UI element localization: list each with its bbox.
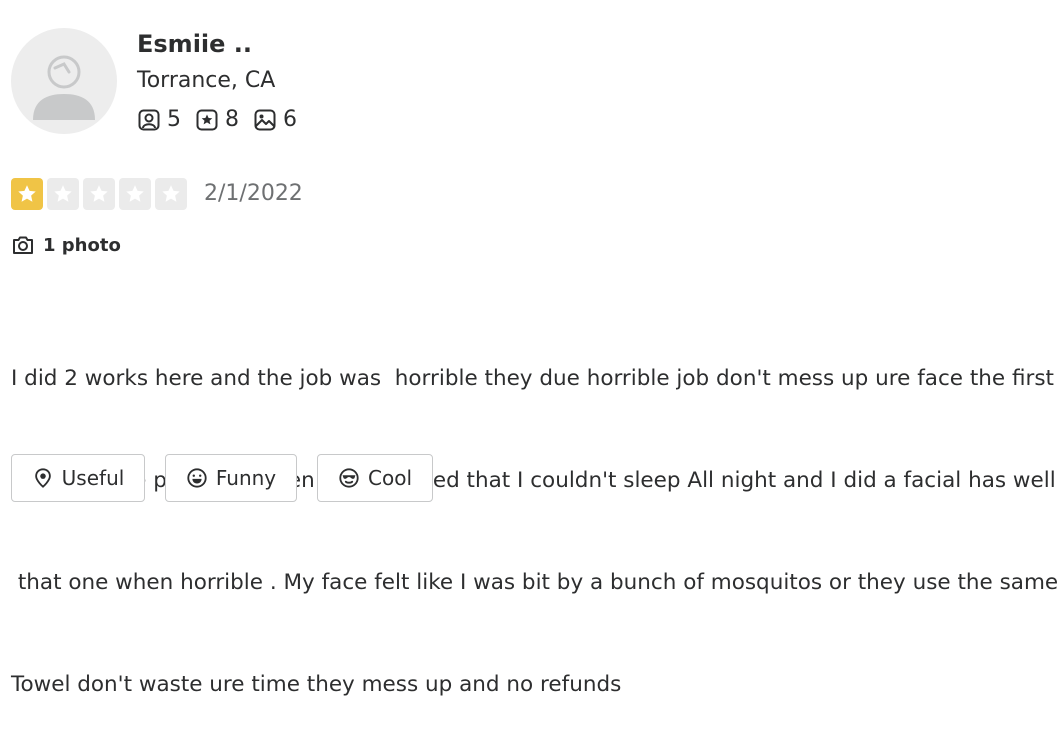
photos-stat: 6 [253, 107, 297, 132]
friends-count: 5 [167, 107, 181, 132]
photo-link[interactable]: 1 photo [11, 233, 121, 257]
star-empty-icon [119, 178, 151, 210]
photos-count: 6 [283, 107, 297, 132]
cool-button[interactable]: Cool [317, 454, 433, 502]
photo-link-label: 1 photo [43, 234, 121, 256]
useful-button[interactable]: Useful [11, 454, 145, 502]
review-text: I did 2 works here and the job was horri… [11, 294, 1061, 736]
avatar[interactable] [11, 28, 117, 134]
friends-icon [138, 109, 160, 130]
review-date: 2/1/2022 [204, 181, 303, 206]
reviewer-location: Torrance, CA [137, 68, 276, 93]
review-star-icon [196, 109, 218, 130]
star-empty-icon [47, 178, 79, 210]
friends-stat: 5 [137, 107, 181, 132]
useful-icon [34, 468, 51, 488]
funny-icon [187, 468, 207, 488]
reviews-count: 8 [225, 107, 239, 132]
reviewer-name[interactable]: Esmiie .. [137, 30, 252, 58]
reviews-stat: 8 [195, 107, 239, 132]
default-user-icon [33, 55, 95, 120]
star-empty-icon [83, 178, 115, 210]
funny-button[interactable]: Funny [165, 454, 297, 502]
star-filled-icon [11, 178, 43, 210]
review-line: that one when horrible . My face felt li… [11, 570, 1059, 595]
cool-label: Cool [368, 466, 412, 490]
funny-label: Funny [215, 466, 277, 490]
reaction-buttons: Useful Funny Cool [11, 454, 453, 502]
reviewer-stats: 5 8 6 [137, 107, 311, 132]
cool-icon [339, 468, 359, 488]
camera-icon [13, 236, 33, 254]
review-line: Towel don't waste ure time they mess up … [11, 672, 622, 697]
useful-label: Useful [61, 466, 125, 490]
photo-icon [254, 109, 276, 130]
star-rating [11, 178, 191, 210]
review-line: I did 2 works here and the job was horri… [11, 366, 1054, 391]
star-empty-icon [155, 178, 187, 210]
